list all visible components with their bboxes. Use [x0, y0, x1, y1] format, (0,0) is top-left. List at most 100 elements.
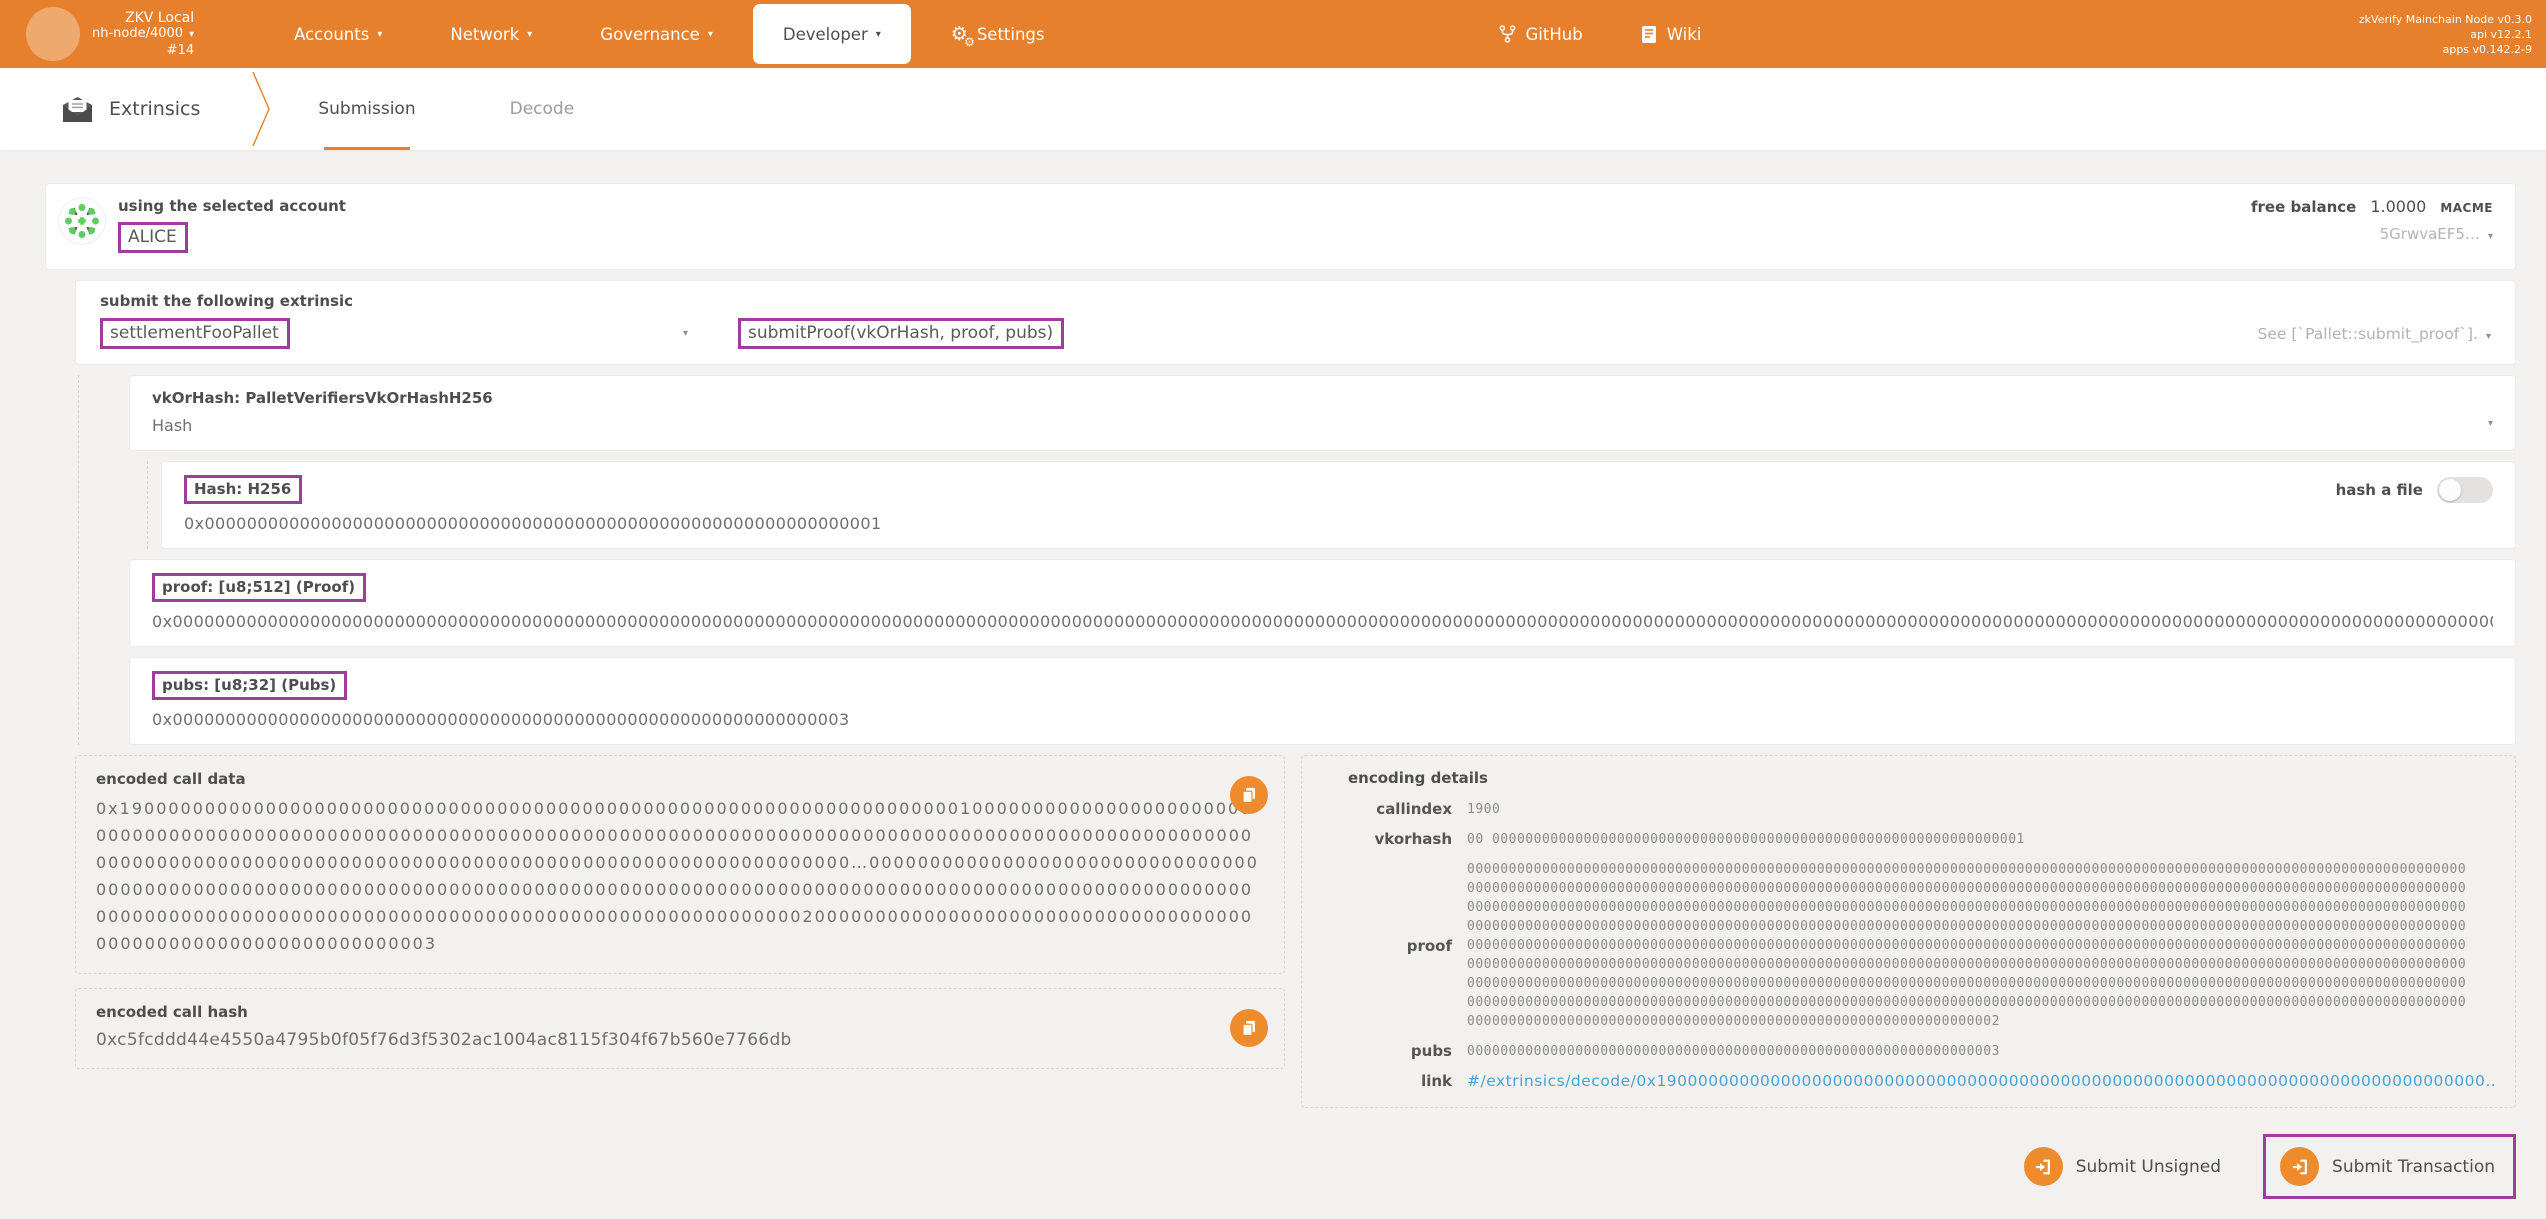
submit-transaction-button[interactable]: Submit Transaction — [2280, 1147, 2495, 1186]
api-version: api v12.2.1 — [2470, 27, 2532, 41]
selected-account-select[interactable]: ALICE — [118, 222, 188, 253]
encoding-details-box: encoding details callindex 1900 vkorhash… — [1301, 755, 2516, 1108]
node-selector[interactable]: ZKV Local nh-node/4000 ▾ #14 — [92, 10, 194, 59]
envelope-icon — [63, 96, 92, 122]
account-address-dropdown[interactable]: 5GrwvaEF5… ▾ — [2251, 225, 2493, 243]
book-icon — [1641, 25, 1656, 43]
decode-link[interactable]: #/extrinsics/decode/0x190000000000000000… — [1467, 1072, 2497, 1091]
method-signature: submitProof(vkOrHash, proof, pubs) — [748, 323, 1054, 343]
chevron-down-icon: ▾ — [2487, 418, 2493, 429]
block-number: #14 — [166, 42, 195, 58]
sign-in-icon — [2280, 1147, 2320, 1186]
account-section-label: using the selected account — [118, 197, 346, 215]
param-pubs: pubs: [u8;32] (Pubs) 0x00000000000000000… — [129, 657, 2516, 745]
method-docs-dropdown[interactable]: See [`Pallet::submit_proof`]. ▾ — [2258, 325, 2491, 343]
encoded-call-data-value: 0x19000000000000000000000000000000000000… — [96, 799, 1259, 953]
extrinsic-section: submit the following extrinsic settlemen… — [75, 280, 2516, 365]
pallet-name: settlementFooPallet — [110, 323, 279, 343]
method-docs: See [`Pallet::submit_proof`]. — [2257, 324, 2478, 343]
chevron-down-icon: ▾ — [377, 28, 383, 40]
node-endpoint: nh-node/4000 — [92, 25, 184, 41]
proof-type-label: proof: [u8;512] (Proof) — [152, 573, 367, 602]
tab-decode[interactable]: Decode — [510, 68, 575, 150]
menu-developer[interactable]: Developer ▾ — [752, 4, 911, 64]
version-info: zkVerify Mainchain Node v0.3.0 api v12.2… — [2359, 12, 2532, 57]
pallet-select[interactable]: settlementFooPallet ▾ — [100, 318, 688, 349]
copy-call-data-button[interactable] — [1230, 776, 1268, 814]
extrinsic-section-label: submit the following extrinsic — [100, 292, 354, 310]
pubs-label: pubs — [1410, 1042, 1452, 1060]
network-logo[interactable] — [26, 7, 80, 61]
param-proof: proof: [u8;512] (Proof) 0x00000000000000… — [129, 559, 2516, 647]
wiki-link[interactable]: Wiki — [1641, 25, 1701, 44]
vkorhash-variant-select[interactable]: Hash — [152, 416, 2493, 435]
menu-settings[interactable]: ⚙ ⚙ Settings — [917, 0, 1079, 68]
github-fork-icon — [1499, 25, 1515, 43]
balance-unit: MACME — [2440, 201, 2493, 215]
network-name: ZKV Local — [125, 9, 195, 26]
gear-icon: ⚙ ⚙ — [950, 22, 975, 49]
proof-label: proof — [1406, 936, 1452, 955]
toggle-knob — [2439, 478, 2461, 501]
github-link[interactable]: GitHub — [1499, 24, 1583, 44]
proof-value: 0000000000000000000000000000000000000000… — [1467, 862, 2467, 1029]
chevron-down-icon: ▾ — [707, 28, 713, 40]
chevron-down-icon: ▾ — [2485, 330, 2491, 342]
hash-type-label: Hash: H256 — [184, 475, 303, 504]
account-address: 5GrwvaEF5… — [2379, 225, 2480, 243]
call-parameters: vkOrHash: PalletVerifiersVkOrHashH256 Ha… — [78, 375, 2516, 745]
apps-version: apps v0.142.2-9 — [2442, 42, 2532, 56]
chevron-down-icon: ▾ — [189, 28, 195, 40]
main-menu: Accounts ▾ Network ▾ Governance ▾ Developer… — [260, 0, 1078, 68]
encoded-call-hash-label: encoded call hash — [96, 1003, 248, 1021]
link-label: link — [1421, 1072, 1452, 1090]
free-balance-label: free balance — [2250, 198, 2357, 216]
copy-icon — [1242, 1020, 1255, 1037]
account-section: using the selected account ALICE free ba… — [45, 183, 2516, 270]
pubs-value-input[interactable]: 0x00000000000000000000000000000000000000… — [152, 710, 2493, 729]
free-balance-value: 1.0000 — [2370, 197, 2427, 216]
copy-icon — [1242, 787, 1255, 804]
callindex-label: callindex — [1376, 800, 1452, 818]
encoded-call-data-box: encoded call data 0x19000000000000000000… — [75, 755, 1285, 974]
vkorhash-label: vkorhash — [1374, 830, 1452, 848]
hash-a-file-label: hash a file — [2335, 480, 2423, 499]
menu-accounts[interactable]: Accounts ▾ — [260, 0, 416, 68]
node-version: zkVerify Mainchain Node v0.3.0 — [2358, 12, 2532, 26]
vkorhash-value: 00 0000000000000000000000000000000000000… — [1467, 832, 2025, 847]
chevron-down-icon: ▾ — [527, 28, 533, 40]
section-header: Extrinsics — [62, 68, 200, 150]
top-navigation: ZKV Local nh-node/4000 ▾ #14 Accounts ▾ Ne… — [0, 0, 2546, 68]
submit-transaction-highlight: Submit Transaction — [2263, 1134, 2516, 1199]
pubs-value: 0000000000000000000000000000000000000000… — [1467, 1044, 2000, 1059]
external-links: GitHub Wiki — [1499, 24, 1701, 44]
submit-unsigned-button[interactable]: Submit Unsigned — [2023, 1147, 2221, 1186]
action-buttons: Submit Unsigned Submit Transaction — [75, 1134, 2516, 1199]
tab-submission[interactable]: Submission — [318, 68, 416, 150]
hash-value-input[interactable]: 0x00000000000000000000000000000000000000… — [184, 514, 2493, 533]
section-title: Extrinsics — [109, 98, 201, 120]
chevron-down-icon: ▾ — [682, 328, 688, 339]
sign-in-icon — [2023, 1147, 2063, 1186]
hash-a-file-toggle[interactable] — [2437, 476, 2493, 503]
section-divider-chevron — [252, 72, 271, 146]
menu-network[interactable]: Network ▾ — [416, 0, 566, 68]
proof-value-input[interactable]: 0x00000000000000000000000000000000000000… — [152, 612, 2493, 631]
extrinsics-submission-page: using the selected account ALICE free ba… — [0, 150, 2546, 1199]
pubs-type-label: pubs: [u8;32] (Pubs) — [152, 671, 348, 700]
encoding-details-title: encoding details — [1348, 769, 1488, 787]
account-identicon[interactable] — [58, 197, 106, 245]
callindex-value: 1900 — [1467, 802, 1501, 817]
encoded-call-hash-value: 0xc5fcddd44e4550a4795b0f05f76d3f5302ac10… — [96, 1030, 792, 1050]
menu-governance[interactable]: Governance ▾ — [566, 0, 747, 68]
encoded-call-hash-box: encoded call hash 0xc5fcddd44e4550a4795b… — [75, 988, 1285, 1069]
copy-call-hash-button[interactable] — [1230, 1009, 1268, 1047]
tabs: Submission Decode — [318, 68, 574, 150]
encoded-call-data-label: encoded call data — [96, 770, 246, 788]
param-hash: Hash: H256 hash a file 0x000000000000000… — [161, 461, 2516, 549]
encoded-outputs: encoded call data 0x19000000000000000000… — [75, 755, 2516, 1108]
account-name: ALICE — [128, 227, 177, 247]
param-vkorhash: vkOrHash: PalletVerifiersVkOrHashH256 Ha… — [129, 375, 2516, 451]
tab-bar: Extrinsics Submission Decode — [0, 68, 2546, 150]
method-select[interactable]: submitProof(vkOrHash, proof, pubs) — [738, 318, 1065, 349]
